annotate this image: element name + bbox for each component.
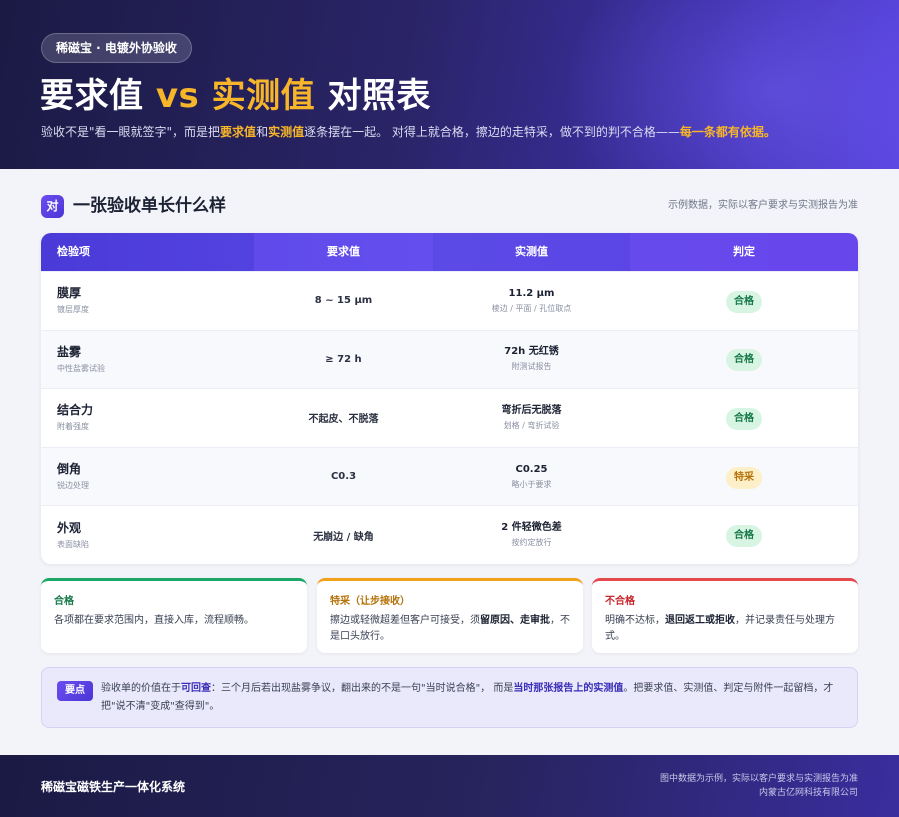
item-name: 盐雾: [57, 344, 82, 359]
verdict-badge: 特采: [726, 466, 762, 489]
item-sub: 中性盐雾试验: [57, 363, 105, 373]
verdict-badge: 合格: [726, 349, 762, 372]
measured-value: 2 件轻微色差: [501, 522, 562, 534]
measured-note: 棱边 / 平面 / 孔位取点: [491, 303, 572, 313]
page-subtitle: 验收不是"看一眼就签字"，而是把要求值和实测值逐条摆在一起。 对得上就合格，擦边…: [41, 124, 776, 140]
key-note: 要点 验收单的价值在于可回查：三个月后若出现盐雾争议，翻出来的不是一句"当时说合…: [41, 667, 858, 728]
header-required: 要求值: [254, 233, 433, 271]
legend-body: 明确不达标，退回返工或拒收，并记录责任与处理方式。: [605, 613, 846, 645]
category-pill: 稀磁宝 · 电镀外协验收: [41, 33, 192, 63]
item-sub: 表面缺陷: [57, 539, 89, 549]
header-measured: 实测值: [515, 245, 548, 258]
item-name: 外观: [57, 520, 82, 535]
table-row: 外观表面缺陷 无崩边 / 缺角 2 件轻微色差 按约定放行 合格: [41, 505, 858, 564]
title-vs: vs: [155, 76, 200, 116]
key-tag: 要点: [57, 681, 93, 701]
footer: 稀磁宝磁铁生产一体化系统 图中数据为示例，实际以客户要求与实测报告为准 内蒙古亿…: [0, 755, 899, 817]
measured-value: 72h 无红锈: [504, 346, 559, 358]
required-value: 无崩边 / 缺角: [313, 531, 374, 543]
legend-emphasis: 留原因、走审批: [480, 615, 550, 626]
title-measured: 实测值: [211, 76, 316, 116]
legend-text: 明确不达标，: [605, 615, 665, 626]
measured-note: 划格 / 弯折试验: [503, 420, 560, 430]
section-title: 一张验收单长什么样: [73, 196, 226, 216]
table-row: 膜厚镀层厚度 8 ~ 15 μm 11.2 μm 棱边 / 平面 / 孔位取点 合…: [41, 271, 858, 330]
legend-title: 不合格: [605, 596, 635, 607]
required-value: 不起皮、不脱落: [308, 414, 379, 426]
footer-company: 内蒙古亿网科技有限公司: [758, 788, 858, 798]
header-verdict: 判定: [630, 233, 858, 271]
measured-note: 按约定放行: [511, 538, 552, 548]
required-value: C0.3: [330, 471, 357, 483]
title-compare: 对照表: [327, 76, 431, 116]
table-row: 结合力附着强度 不起皮、不脱落 弯折后无脱落 划格 / 弯折试验 合格: [41, 388, 858, 447]
legend-emphasis: 退回返工或拒收: [665, 615, 735, 626]
legend-card-fail: 不合格 明确不达标，退回返工或拒收，并记录责任与处理方式。: [592, 578, 858, 653]
subtitle-measured: 实测值: [268, 125, 305, 139]
key-text: 验收单的价值在于可回查：三个月后若出现盐雾争议，翻出来的不是一句"当时说合格"，…: [101, 680, 841, 716]
page-title: 要求值 vs 实测值 对照表: [40, 74, 431, 118]
header-item: 检验项: [57, 245, 90, 258]
key-text-2: ：三个月后若出现盐雾争议，翻出来的不是一句"当时说合格"， 而是: [211, 683, 514, 694]
measured-value: 弯折后无脱落: [501, 404, 562, 416]
footer-notes: 图中数据为示例，实际以客户要求与实测报告为准 内蒙古亿网科技有限公司: [660, 772, 858, 800]
table-row: 倒角锐边处理 C0.3 C0.25 略小于要求 特采: [41, 446, 858, 506]
verdict-badge: 合格: [726, 525, 762, 548]
table-header: 检验项 要求值 实测值 判定: [41, 233, 858, 271]
item-name: 膜厚: [57, 286, 82, 301]
legend-card-pass: 合格 各项都在要求范围内，直接入库，流程顺畅。: [41, 578, 307, 653]
title-requirement: 要求值: [40, 76, 144, 116]
legend-title: 合格: [54, 596, 74, 607]
subtitle-text-1: 验收不是"看一眼就签字"，而是把: [41, 125, 221, 139]
item-sub: 镀层厚度: [57, 305, 89, 315]
subtitle-highlight: 每一条都有依据。: [679, 125, 776, 139]
table-row: 盐雾中性盐雾试验 ≥ 72 h 72h 无红锈 附测试报告 合格: [41, 329, 858, 389]
hero-header: 稀磁宝 · 电镀外协验收 要求值 vs 实测值 对照表 验收不是"看一眼就签字"…: [0, 0, 899, 169]
item-name: 倒角: [57, 462, 82, 477]
measured-note: 略小于要求: [511, 479, 552, 489]
required-value: ≥ 72 h: [325, 353, 362, 365]
item-name: 结合力: [57, 403, 94, 418]
item-sub: 锐边处理: [57, 481, 89, 491]
required-value: 8 ~ 15 μm: [314, 295, 373, 307]
measured-note: 附测试报告: [511, 362, 552, 372]
measured-value: 11.2 μm: [508, 287, 555, 299]
footer-brand: 稀磁宝磁铁生产一体化系统: [41, 780, 186, 794]
footer-note: 图中数据为示例，实际以客户要求与实测报告为准: [659, 774, 858, 784]
inspection-table: 检验项 要求值 实测值 判定 膜厚镀层厚度 8 ~ 15 μm 11.2 μm 棱…: [41, 233, 858, 564]
legend-card-concession: 特采（让步接收） 擦边或轻微超差但客户可接受，须留原因、走审批，不是口头放行。: [317, 578, 583, 653]
legend-body: 各项都在要求范围内，直接入库，流程顺畅。: [54, 615, 254, 626]
key-emphasis-1: 可回查: [181, 683, 211, 694]
key-emphasis-2: 当时那张报告上的实测值: [513, 683, 624, 694]
item-sub: 附着强度: [57, 422, 89, 432]
legend-body: 擦边或轻微超差但客户可接受，须留原因、走审批，不是口头放行。: [330, 613, 571, 645]
key-text-1: 验收单的价值在于: [101, 683, 181, 694]
verdict-badge: 合格: [726, 290, 762, 313]
legend-text: 擦边或轻微超差但客户可接受，须: [330, 615, 480, 626]
subtitle-text-2: 逐条摆在一起。 对得上就合格，擦边的走特采，做不到的判不合格——: [304, 125, 680, 139]
section-badge: 对: [41, 195, 64, 218]
section-note: 示例数据，实际以客户要求与实测报告为准: [668, 200, 858, 211]
subtitle-requirement: 要求值: [220, 125, 257, 139]
measured-value: C0.25: [515, 463, 548, 475]
verdict-badge: 合格: [726, 407, 762, 430]
legend-title: 特采（让步接收）: [330, 596, 410, 607]
subtitle-and: 和: [256, 125, 269, 139]
